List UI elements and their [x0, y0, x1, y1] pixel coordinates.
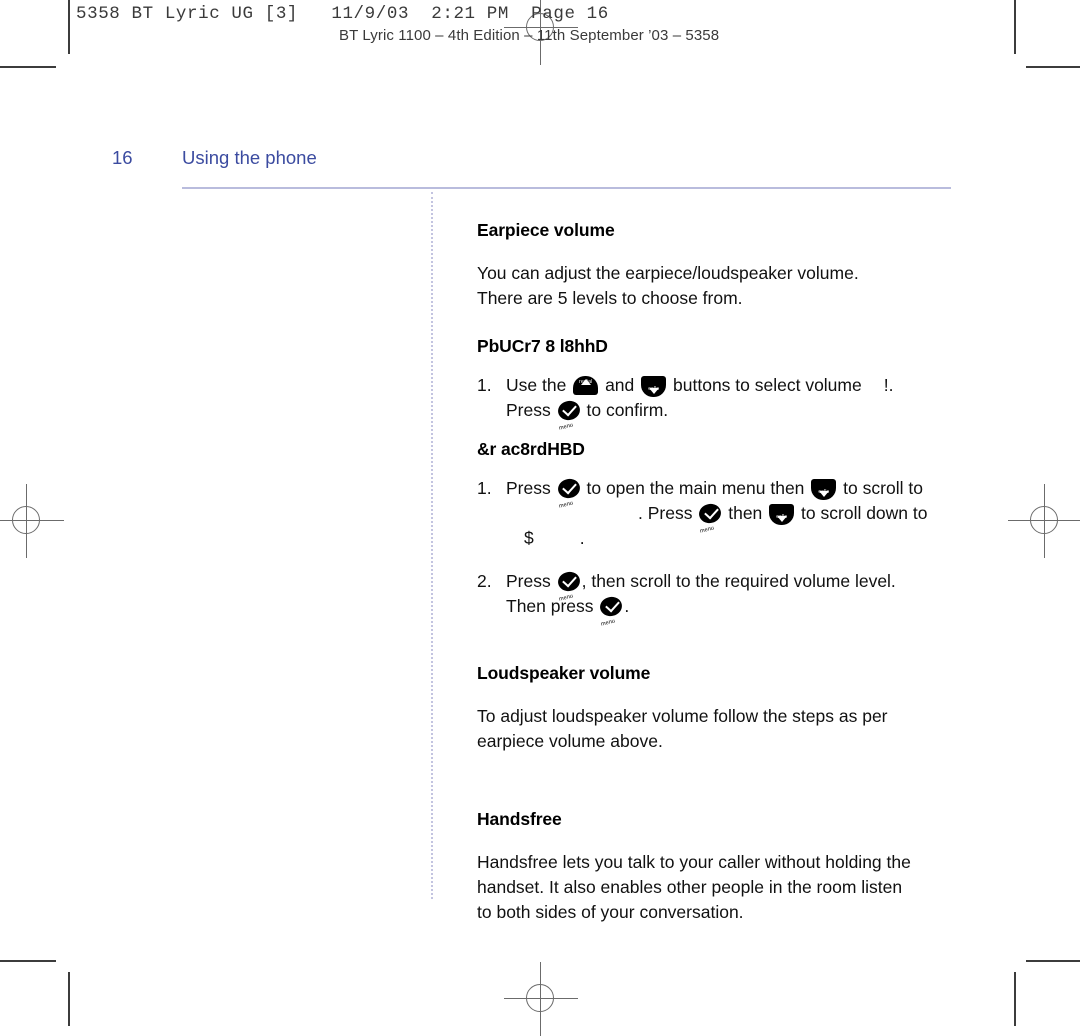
section-heading-menu: &r ac8rdHBD	[477, 439, 585, 460]
manual-page: 16 Using the phone Earpiece volume You c…	[0, 0, 1080, 1026]
paragraph-handsfree-line-2: handset. It also enables other people in…	[477, 876, 903, 897]
step-text: to open the main menu then	[586, 478, 805, 499]
redial-icon-label: redial	[579, 378, 593, 385]
step-text: buttons to select volume	[673, 375, 862, 396]
step-number: 2.	[477, 571, 492, 592]
paragraph-earpiece-line-1: You can adjust the earpiece/loudspeaker …	[477, 263, 859, 283]
step-item: 2. Press menu , then scroll to the requi…	[477, 569, 957, 627]
step-number: 1.	[477, 478, 492, 499]
page-number: 16	[112, 147, 133, 168]
step-text: Press	[506, 400, 551, 421]
step-text: to scroll to	[843, 478, 923, 499]
redial-button-icon: redial	[573, 376, 599, 396]
step-text: , then scroll to the required volume lev…	[581, 571, 896, 592]
section-heading-handsfree: Handsfree	[477, 809, 562, 830]
step-text: Press	[647, 503, 693, 524]
menu-button-icon: menu	[555, 570, 582, 602]
column-divider	[431, 192, 433, 899]
step-item: 1. Use the redial and calls buttons to s…	[477, 373, 957, 431]
paragraph-handsfree-line-3: to both sides of your conversation.	[477, 901, 744, 922]
step-text: .	[638, 503, 643, 524]
step-list-handset: 1. Use the redial and calls buttons to s…	[477, 373, 957, 431]
body-column: Earpiece volume You can adjust the earpi…	[477, 220, 957, 924]
step-text: to confirm.	[586, 400, 669, 421]
step-text: Press	[506, 571, 551, 592]
step-text: Use the	[506, 375, 567, 396]
step-text: Press	[506, 478, 551, 499]
step-item: 1. Press menu to open the main menu then…	[477, 476, 957, 551]
paragraph-loudspeaker-line-2: earpiece volume above.	[477, 730, 663, 751]
step-text: .	[888, 375, 894, 396]
menu-button-icon: menu	[555, 477, 582, 509]
step-text: .	[624, 596, 630, 617]
section-heading-loudspeaker-volume: Loudspeaker volume	[477, 663, 651, 684]
paragraph-loudspeaker-line-1: To adjust loudspeaker volume follow the …	[477, 706, 888, 727]
menu-button-icon: menu	[697, 502, 724, 534]
step-text: and	[605, 375, 635, 396]
step-text: then	[728, 503, 763, 524]
calls-button-icon: calls	[769, 504, 795, 526]
calls-button-icon: calls	[641, 376, 667, 398]
running-head: Using the phone	[182, 147, 317, 168]
header-rule	[182, 187, 951, 189]
step-text: Then press	[506, 596, 594, 617]
step-list-menu: 1. Press menu to open the main menu then…	[477, 476, 957, 627]
section-heading-handset: PbUCr7 8 l8hhD	[477, 336, 608, 357]
menu-button-icon: menu	[555, 399, 582, 431]
step-text: .	[579, 528, 585, 549]
step-placeholder-glyph: $	[524, 528, 534, 549]
calls-button-icon: calls	[811, 479, 837, 501]
paragraph-earpiece-line-2: There are 5 levels to choose from.	[477, 287, 743, 308]
step-text: to scroll down to	[801, 503, 928, 524]
paragraph-handsfree-line-1: Handsfree lets you talk to your caller w…	[477, 852, 911, 873]
menu-button-icon: menu	[598, 595, 625, 627]
step-number: 1.	[477, 375, 492, 396]
section-heading-earpiece-volume: Earpiece volume	[477, 220, 615, 240]
